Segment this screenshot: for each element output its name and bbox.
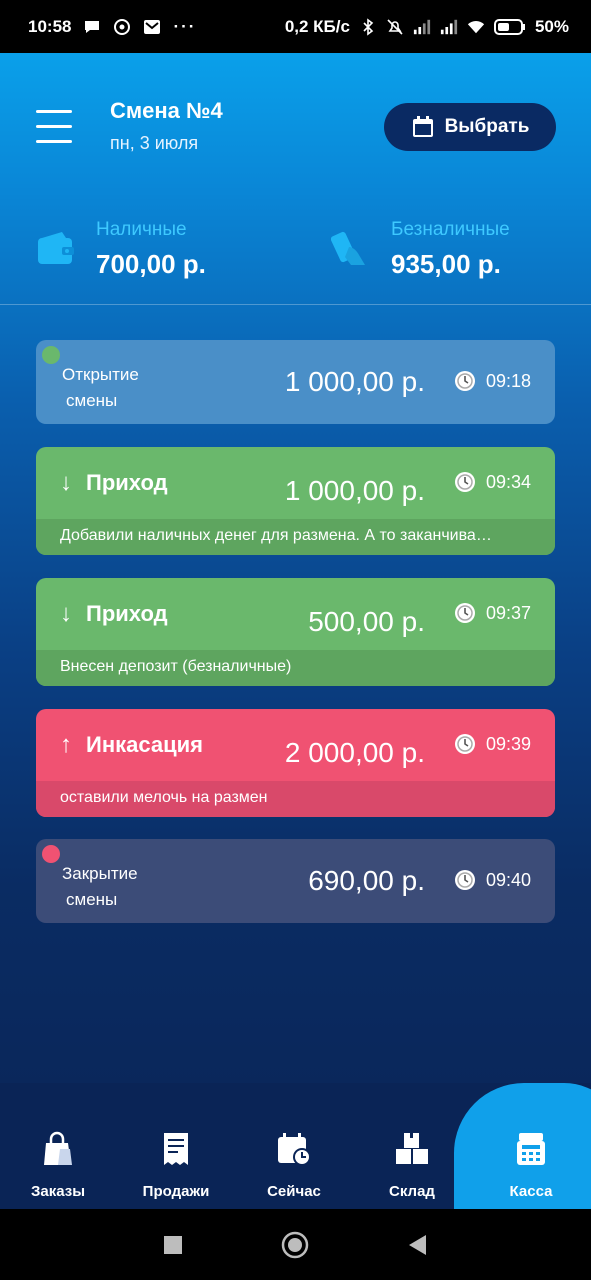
operation-amount: 2 000,00 р. [284,737,425,768]
operation-note: оставили мелочь на размен [36,781,555,817]
arrow-down-icon: ↓ [60,600,72,627]
header: Смена №4 пн, 3 июля Выбрать [0,53,591,203]
status-time: 10:58 [28,16,72,36]
select-shift-button[interactable]: Выбрать [384,103,556,151]
mail-icon [144,19,161,34]
battery-icon [493,18,525,35]
operation-title: ↓ Приход [60,600,168,627]
totals: Наличные 700,00 р. Безналичные 935,00 р. [0,213,591,305]
operation-amount: 1 000,00 р. [284,475,425,506]
nav-now[interactable]: Сейчас [236,1083,352,1209]
menu-icon[interactable] [36,108,74,148]
bag-icon [44,1131,72,1165]
operation-open-shift[interactable]: Открытие смены 1 000,00 р. 09:18 [36,340,555,424]
nav-warehouse[interactable]: Склад [354,1083,470,1209]
receipt-icon [164,1133,188,1165]
operation-time: 09:40 [454,869,531,891]
clock-icon [454,371,475,391]
operation-collection[interactable]: ↑ Инкасация 2 000,00 р. 09:39 оставили м… [36,709,555,817]
clock-icon [454,603,475,623]
chat-icon [85,20,100,33]
boxes-icon [396,1133,428,1164]
bluetooth-icon [363,17,374,36]
operation-amount: 690,00 р. [308,865,425,896]
bottom-nav: Заказы Продажи Сейчас Склад Касса [0,1083,591,1209]
cash-label: Наличные [96,219,187,240]
nav-cashier[interactable]: Касса [473,1083,589,1209]
select-shift-label: Выбрать [444,116,530,137]
recents-icon[interactable] [163,1235,183,1255]
operation-income[interactable]: ↓ Приход 500,00 р. 09:37 Внесен депозит … [36,578,555,686]
operation-title: Открытие смены [62,365,139,410]
wallet-icon [38,232,74,264]
operation-title: ↓ Приход [60,469,168,496]
operation-amount: 1 000,00 р. [284,366,425,397]
close-status-dot [42,845,60,863]
operation-time: 09:18 [454,370,531,392]
shift-date: пн, 3 июля [110,133,199,153]
open-status-dot [42,346,60,364]
calendar-clock-icon [278,1133,311,1166]
system-nav-bar [0,1209,591,1280]
operation-time: 09:39 [454,733,531,755]
card-hand-icon [331,231,365,265]
back-icon[interactable] [406,1233,428,1257]
card-label: Безналичные [391,219,510,240]
operation-note: Внесен депозит (безналичные) [36,650,555,686]
operation-note: Добавили наличных денег для размена. А т… [36,519,555,555]
operation-time: 09:34 [454,471,531,493]
clock-icon [454,472,475,492]
status-bar: 10:58 ··· 0,2 КБ/с 50% [0,0,591,53]
operation-income[interactable]: ↓ Приход 1 000,00 р. 09:34 Добавили нали… [36,447,555,555]
mute-icon [387,18,403,35]
cash-value: 700,00 р. [96,249,206,279]
battery-level: 50% [534,16,569,36]
register-icon [517,1133,545,1165]
operation-amount: 500,00 р. [308,606,425,637]
card-value: 935,00 р. [391,249,501,279]
shift-title: Смена №4 [110,98,223,123]
wifi-icon [467,20,485,33]
clock-icon [454,734,475,754]
network-speed: 0,2 КБ/с [284,16,350,36]
clock-icon [454,870,475,890]
arrow-down-icon: ↓ [60,469,72,496]
music-icon [114,18,131,35]
nav-sales[interactable]: Продажи [118,1083,234,1209]
nav-orders[interactable]: Заказы [0,1083,116,1209]
arrow-up-icon: ↑ [60,731,72,758]
operation-title: Закрытие смены [62,864,138,909]
signal-icon [413,19,431,34]
operation-close-shift[interactable]: Закрытие смены 690,00 р. 09:40 [36,839,555,923]
app-screen: Смена №4 пн, 3 июля Выбрать Наличные 700… [0,53,591,1209]
calendar-icon [412,116,433,137]
operation-title: ↑ Инкасация [60,731,203,758]
operation-time: 09:37 [454,602,531,624]
home-icon[interactable] [281,1231,309,1259]
more-notifications: ··· [173,16,197,36]
signal-icon-2 [440,19,458,34]
